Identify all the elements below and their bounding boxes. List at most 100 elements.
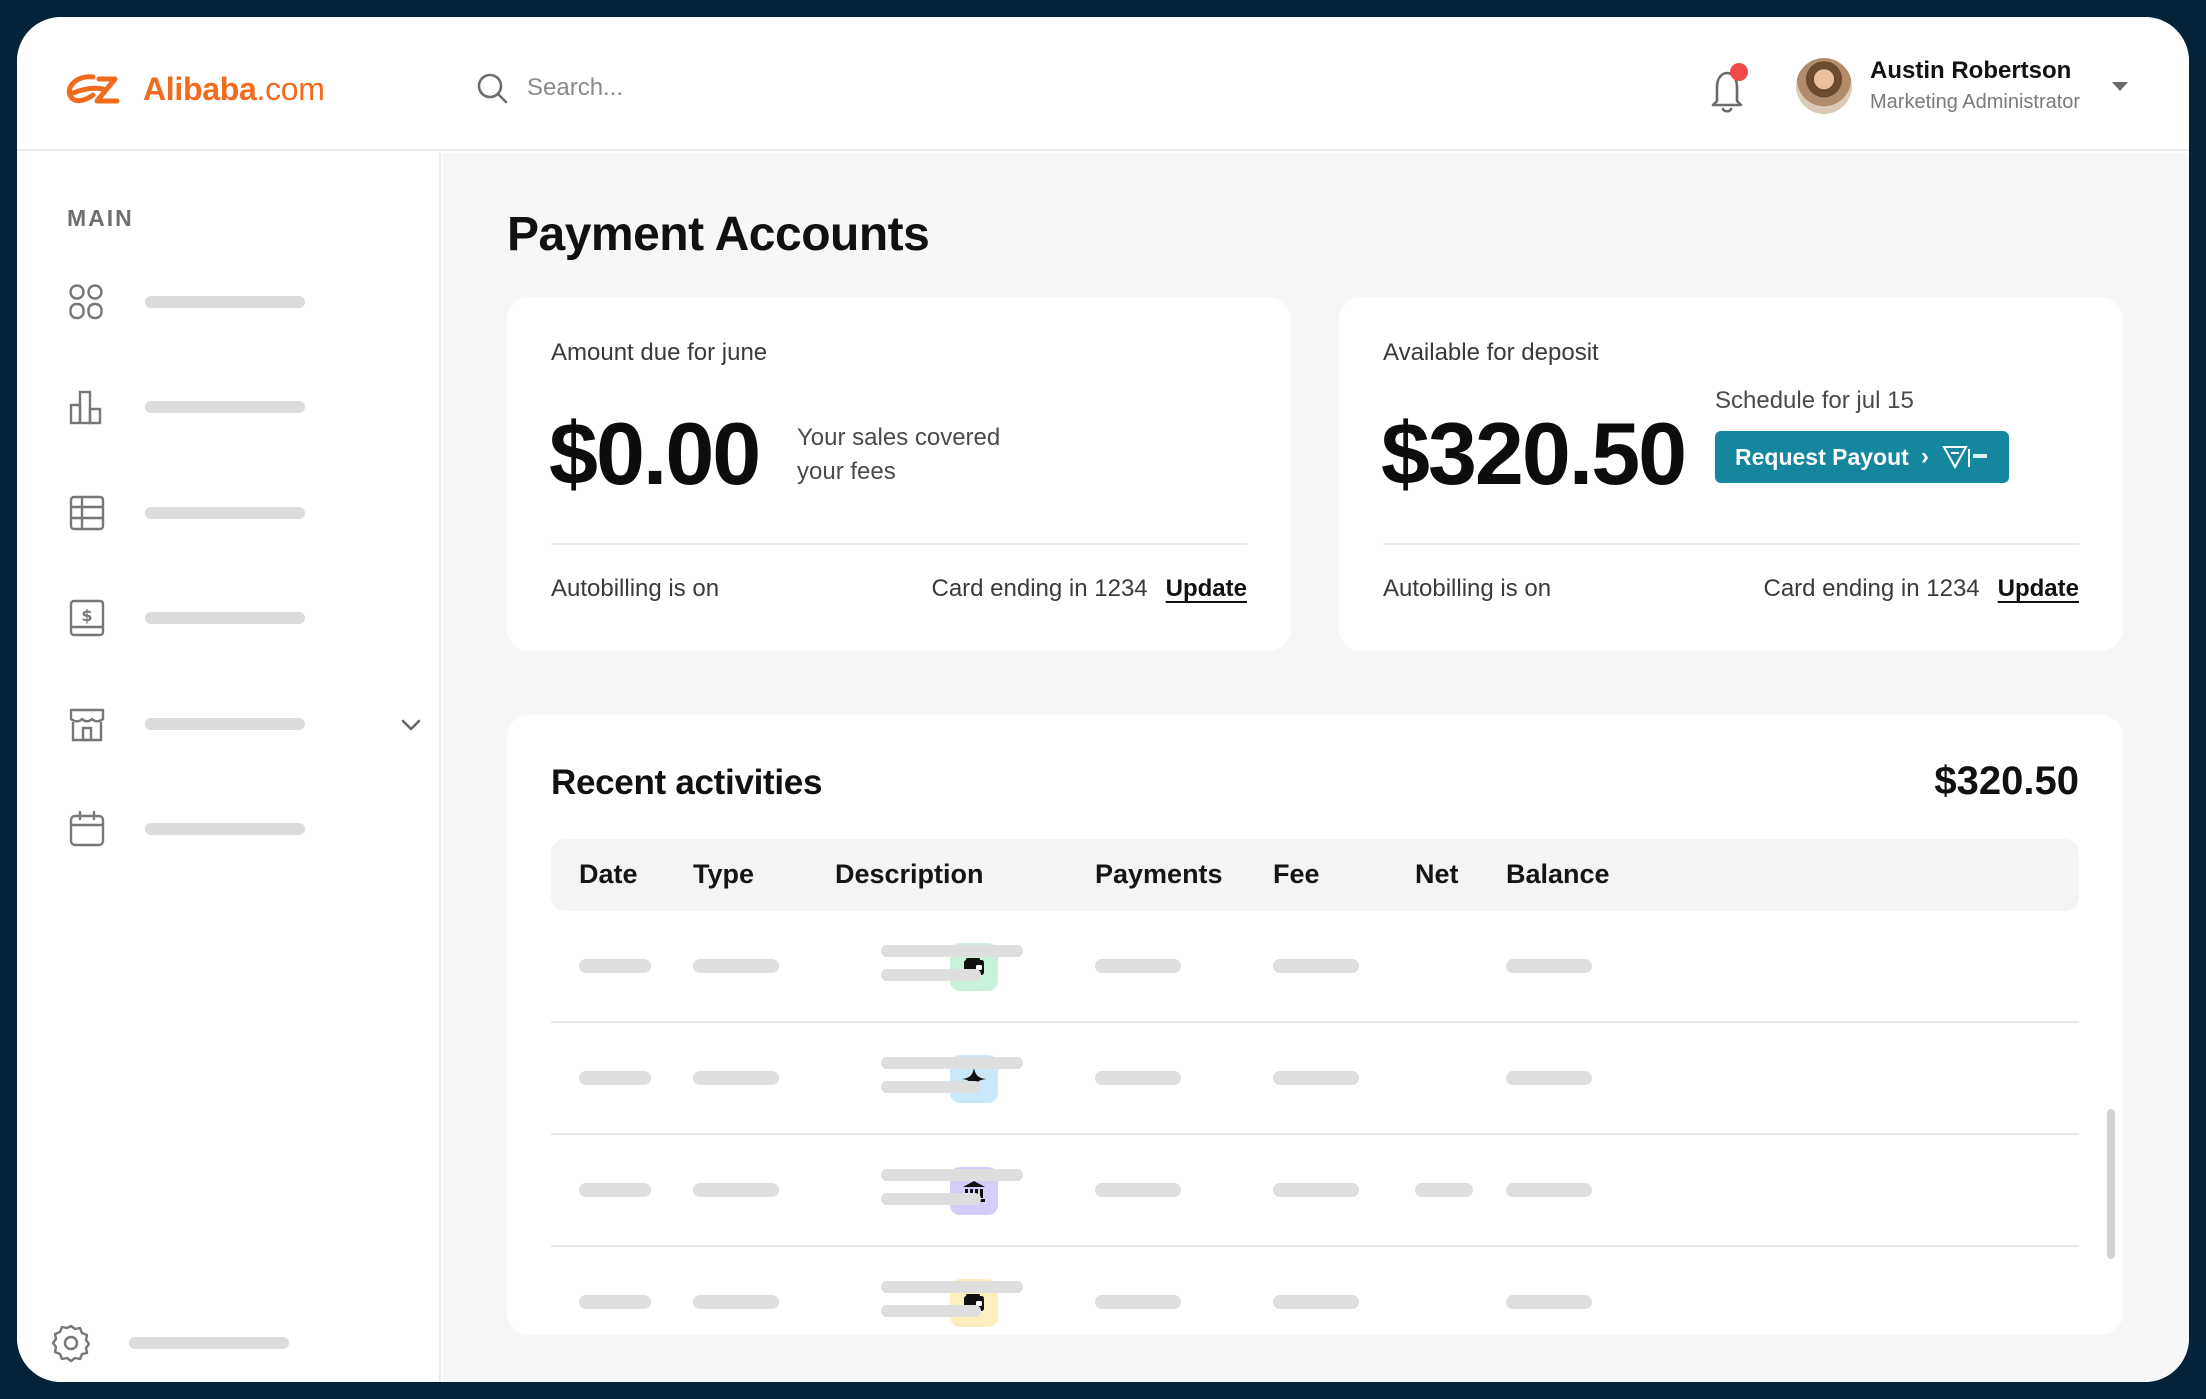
deposit-label: Available for deposit	[1383, 339, 1599, 366]
divider	[1383, 543, 2079, 545]
store-icon	[69, 708, 105, 742]
fee-placeholder	[1273, 959, 1359, 973]
app-window: Alibaba.com Austin Robertson Marketing A…	[17, 17, 2189, 1382]
activities-total: $320.50	[1934, 759, 2079, 803]
sidebar-settings[interactable]	[51, 1323, 289, 1363]
user-menu[interactable]: Austin Robertson Marketing Administrator	[1796, 57, 2130, 114]
table-row[interactable]	[551, 1247, 2079, 1335]
user-role: Marketing Administrator	[1870, 91, 2081, 113]
sidebar-item-placeholder	[145, 507, 305, 519]
card-ending-text: Card ending in 1234	[1763, 575, 1980, 602]
payments-placeholder	[1095, 1183, 1181, 1197]
table-icon	[69, 495, 105, 531]
column-header-description[interactable]: Description	[835, 859, 984, 890]
sidebar: MAIN $	[17, 153, 441, 1382]
autobilling-status: Autobilling is on	[551, 575, 720, 602]
deposit-value: $320.50	[1381, 404, 1687, 503]
amount-due-card: Amount due for june $0.00 Your sales cov…	[507, 297, 1291, 651]
column-header-type[interactable]: Type	[693, 859, 754, 890]
card-ending-text: Card ending in 1234	[931, 575, 1148, 602]
update-card-link[interactable]: Update	[1998, 575, 2079, 603]
fee-placeholder	[1273, 1183, 1359, 1197]
settings-gear-icon	[51, 1324, 91, 1363]
date-placeholder	[579, 959, 651, 973]
sidebar-item-placeholder	[145, 612, 305, 624]
request-payout-label: Request Payout	[1735, 443, 1909, 470]
amount-due-label: Amount due for june	[551, 339, 768, 366]
sidebar-item-placeholder	[145, 296, 305, 308]
divider	[551, 543, 1247, 545]
main-content: Payment Accounts Amount due for june $0.…	[443, 153, 2189, 1382]
description-placeholder	[881, 1057, 1023, 1069]
type-placeholder	[693, 1183, 779, 1197]
description-placeholder	[881, 1193, 981, 1205]
page-title: Payment Accounts	[507, 208, 930, 261]
calendar-icon	[69, 810, 105, 847]
balance-placeholder	[1506, 959, 1592, 973]
settings-placeholder	[129, 1337, 289, 1349]
caret-down-icon[interactable]	[2110, 79, 2130, 93]
avatar	[1796, 57, 1852, 114]
search-icon	[477, 73, 508, 104]
amount-due-value: $0.00	[549, 404, 761, 503]
column-header-balance[interactable]: Balance	[1506, 859, 1610, 890]
sidebar-item-billing[interactable]: $	[67, 593, 427, 643]
type-placeholder	[693, 959, 779, 973]
description-placeholder	[881, 969, 981, 981]
search-bar[interactable]	[475, 71, 927, 105]
sidebar-item-calendar[interactable]	[67, 804, 427, 854]
deposit-card: Available for deposit $320.50 Schedule f…	[1339, 297, 2123, 651]
description-placeholder	[881, 945, 1023, 957]
notifications-button[interactable]	[1704, 61, 1750, 115]
update-card-link[interactable]: Update	[1166, 575, 1247, 603]
payments-placeholder	[1095, 959, 1181, 973]
column-header-net[interactable]: Net	[1415, 859, 1459, 890]
sidebar-item-placeholder	[145, 718, 305, 730]
sidebar-item-store[interactable]	[67, 699, 427, 749]
sidebar-item-placeholder	[145, 823, 305, 835]
balance-placeholder	[1506, 1183, 1592, 1197]
chevron-down-icon[interactable]	[399, 713, 423, 737]
column-header-payments[interactable]: Payments	[1095, 859, 1223, 890]
type-placeholder	[693, 1071, 779, 1085]
table-scrollbar[interactable]	[2107, 1109, 2115, 1259]
description-placeholder	[881, 1305, 981, 1317]
table-header: Date Type Description Payments Fee Net B…	[551, 839, 2079, 911]
unread-badge	[1730, 63, 1748, 81]
sidebar-section-label: MAIN	[67, 205, 134, 231]
balance-placeholder	[1506, 1071, 1592, 1085]
table-row[interactable]	[551, 911, 2079, 1023]
brand-logo[interactable]: Alibaba.com	[63, 67, 325, 111]
search-input[interactable]	[527, 74, 927, 102]
invoice-dollar-icon: $	[69, 599, 105, 637]
payment-provider-logo-icon	[1942, 446, 1987, 470]
description-placeholder	[881, 1281, 1023, 1293]
payout-schedule: Schedule for jul 15	[1715, 387, 1914, 414]
table-row[interactable]	[551, 1135, 2079, 1247]
chevron-right-icon: ›	[1920, 443, 1929, 470]
brand-name: Alibaba.com	[143, 70, 325, 107]
column-header-fee[interactable]: Fee	[1273, 859, 1320, 890]
column-header-date[interactable]: Date	[579, 859, 638, 890]
type-placeholder	[693, 1295, 779, 1309]
date-placeholder	[579, 1295, 651, 1309]
autobilling-status: Autobilling is on	[1383, 575, 1552, 602]
sidebar-item-reports[interactable]	[67, 488, 427, 538]
date-placeholder	[579, 1071, 651, 1085]
top-bar: Alibaba.com Austin Robertson Marketing A…	[17, 17, 2189, 151]
user-name: Austin Robertson	[1870, 57, 2072, 84]
balance-placeholder	[1506, 1295, 1592, 1309]
sidebar-item-analytics[interactable]	[67, 382, 427, 432]
date-placeholder	[579, 1183, 651, 1197]
svg-text:$: $	[81, 606, 92, 625]
table-row[interactable]	[551, 1023, 2079, 1135]
recent-activities-card: Recent activities $320.50 Date Type Desc…	[507, 715, 2123, 1335]
request-payout-button[interactable]: Request Payout ›	[1715, 431, 2009, 483]
section-title: Recent activities	[551, 763, 823, 802]
net-placeholder	[1415, 1183, 1473, 1197]
payments-placeholder	[1095, 1071, 1181, 1085]
amount-due-note: Your sales covered your fees	[797, 424, 1001, 485]
fee-placeholder	[1273, 1071, 1359, 1085]
sidebar-item-dashboard[interactable]	[67, 277, 427, 327]
dashboard-grid-icon	[69, 284, 103, 320]
